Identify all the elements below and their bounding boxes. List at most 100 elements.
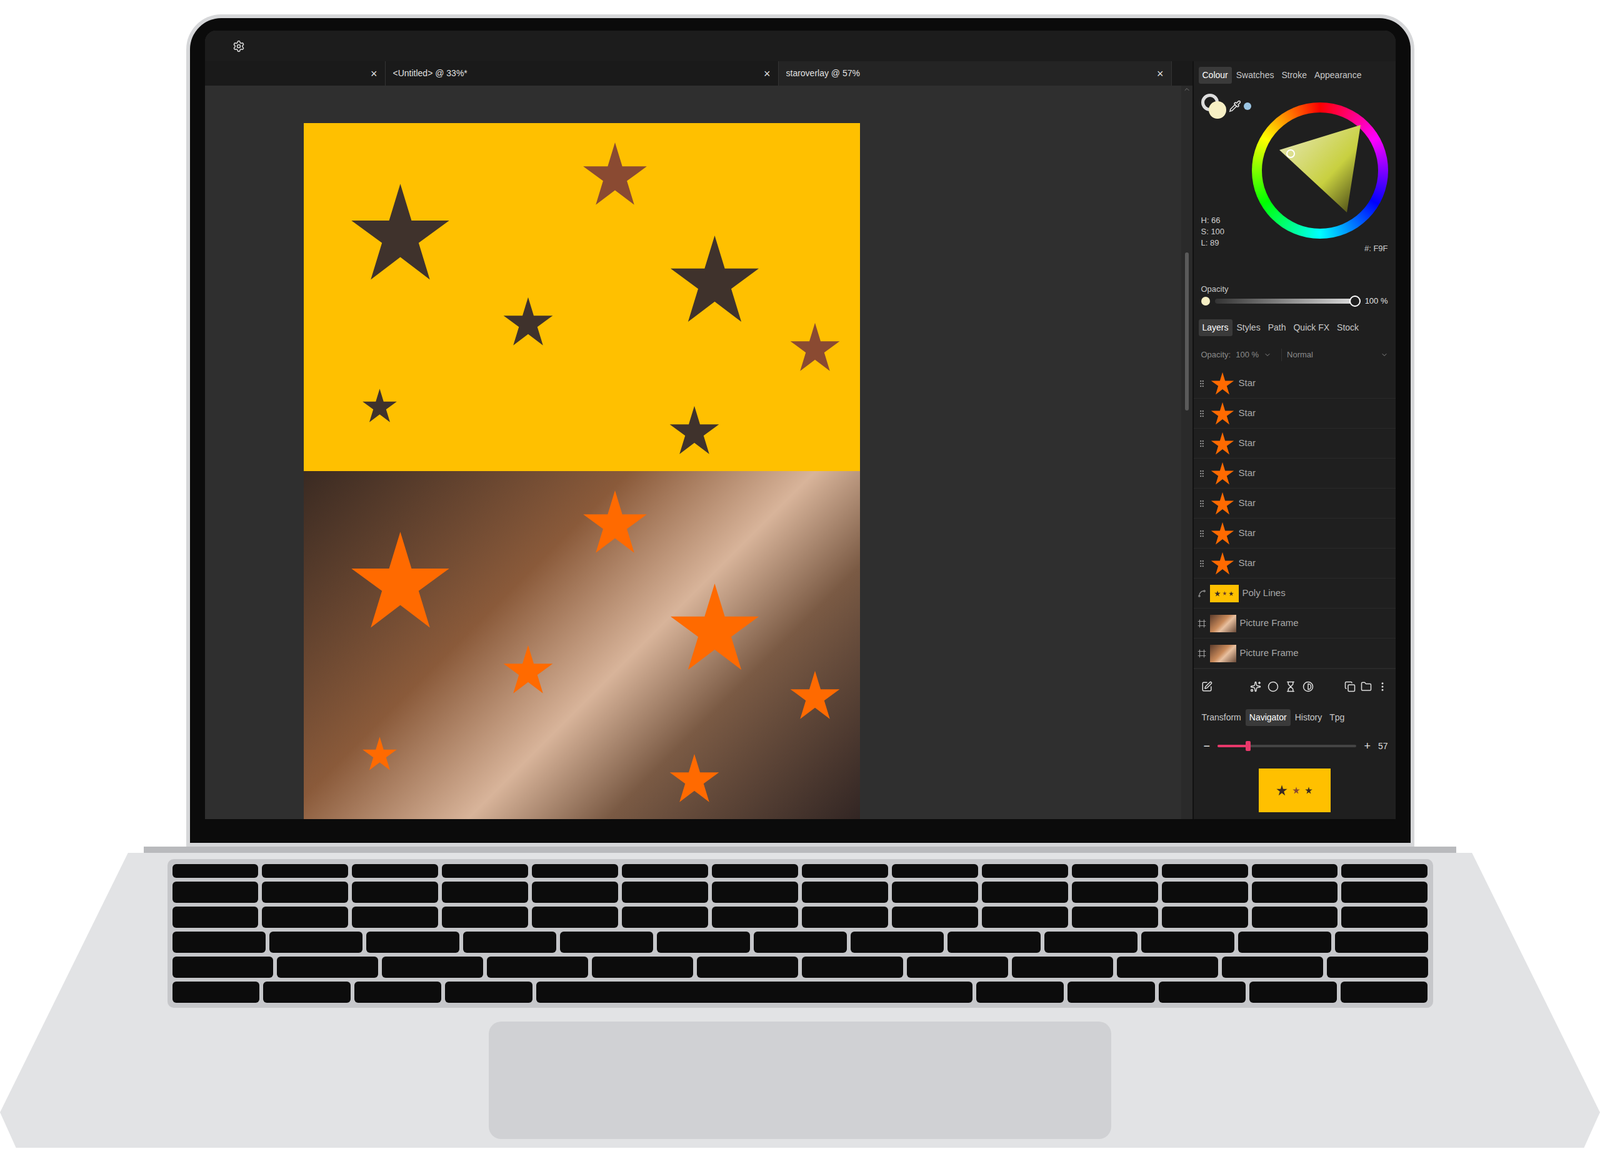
orange-star[interactable] bbox=[581, 489, 649, 556]
key[interactable] bbox=[1011, 956, 1114, 979]
trackpad[interactable] bbox=[488, 1021, 1112, 1140]
key[interactable] bbox=[536, 981, 973, 1004]
mask-icon[interactable] bbox=[1267, 681, 1279, 693]
orange-star[interactable] bbox=[789, 670, 841, 722]
document-tab[interactable]: <Untitled> @ 33%*× bbox=[385, 61, 779, 86]
key[interactable] bbox=[1161, 881, 1249, 904]
panel-tab[interactable]: Swatches bbox=[1233, 66, 1278, 84]
key[interactable] bbox=[621, 881, 709, 904]
key[interactable] bbox=[891, 906, 979, 929]
key[interactable] bbox=[560, 931, 654, 954]
key[interactable] bbox=[1238, 931, 1332, 954]
close-tab-button[interactable]: × bbox=[763, 68, 771, 80]
navigator-thumbnail[interactable] bbox=[1258, 768, 1331, 813]
orange-star[interactable] bbox=[502, 644, 554, 696]
key[interactable] bbox=[801, 881, 889, 904]
key[interactable] bbox=[1116, 956, 1219, 979]
panel-tab[interactable]: Layers bbox=[1198, 319, 1233, 337]
key[interactable] bbox=[172, 931, 266, 954]
key[interactable] bbox=[711, 864, 799, 879]
edit-icon[interactable] bbox=[1201, 681, 1213, 693]
document-tab[interactable]: × bbox=[205, 61, 386, 86]
layer-row[interactable]: Star bbox=[1193, 428, 1396, 459]
key[interactable] bbox=[981, 864, 1069, 879]
key[interactable] bbox=[1341, 864, 1428, 879]
key[interactable] bbox=[1340, 981, 1429, 1004]
chevron-down-icon[interactable] bbox=[1263, 351, 1272, 359]
layer-row[interactable]: Star bbox=[1193, 518, 1396, 549]
key[interactable] bbox=[261, 864, 349, 879]
panel-tab[interactable]: Stroke bbox=[1278, 66, 1310, 84]
key[interactable] bbox=[1158, 981, 1247, 1004]
orange-star[interactable] bbox=[349, 530, 452, 632]
key[interactable] bbox=[1071, 881, 1159, 904]
photo-frame[interactable] bbox=[303, 471, 860, 820]
vertical-scrollbar[interactable] bbox=[1181, 85, 1193, 820]
eyedropper-icon[interactable] bbox=[1228, 100, 1242, 113]
panel-tab[interactable]: Appearance bbox=[1311, 66, 1365, 84]
key[interactable] bbox=[531, 906, 619, 929]
key[interactable] bbox=[276, 956, 379, 979]
effects-icon[interactable] bbox=[1250, 681, 1262, 693]
key[interactable] bbox=[891, 881, 979, 904]
key[interactable] bbox=[441, 881, 529, 904]
star-cutout[interactable] bbox=[789, 321, 841, 374]
orange-star[interactable] bbox=[361, 736, 398, 772]
key[interactable] bbox=[351, 906, 439, 929]
close-tab-button[interactable]: × bbox=[370, 68, 378, 80]
zoom-value[interactable]: 57 bbox=[1378, 740, 1389, 754]
key[interactable] bbox=[1251, 864, 1339, 879]
key[interactable] bbox=[891, 864, 979, 879]
blend-mode-select[interactable]: Normal bbox=[1281, 348, 1388, 362]
key[interactable] bbox=[172, 864, 259, 879]
adjustment-icon[interactable] bbox=[1285, 681, 1297, 693]
key[interactable] bbox=[981, 906, 1069, 929]
panel-tab[interactable]: History bbox=[1291, 709, 1326, 727]
zoom-in-button[interactable]: + bbox=[1361, 738, 1374, 755]
contrast-icon[interactable] bbox=[1302, 681, 1314, 693]
key[interactable] bbox=[531, 864, 619, 879]
key[interactable] bbox=[172, 956, 274, 979]
star-cutout[interactable] bbox=[502, 296, 554, 348]
panel-tab[interactable]: Transform bbox=[1198, 709, 1245, 727]
layer-row[interactable]: Star bbox=[1193, 368, 1396, 399]
orange-star[interactable] bbox=[668, 753, 720, 805]
key[interactable] bbox=[441, 864, 529, 879]
key[interactable] bbox=[366, 931, 460, 954]
key[interactable] bbox=[1341, 906, 1428, 929]
panel-tab[interactable]: Navigator bbox=[1245, 709, 1291, 727]
panel-tab[interactable]: Tpg bbox=[1326, 709, 1348, 727]
key[interactable] bbox=[621, 906, 709, 929]
more-icon[interactable] bbox=[1376, 681, 1389, 693]
panel-tab[interactable]: Path bbox=[1265, 319, 1290, 337]
key[interactable] bbox=[261, 881, 349, 904]
gear-icon[interactable] bbox=[232, 40, 245, 53]
key[interactable] bbox=[591, 956, 694, 979]
star-cutout[interactable] bbox=[349, 181, 452, 284]
close-tab-button[interactable]: × bbox=[1156, 68, 1164, 80]
key[interactable] bbox=[801, 864, 889, 879]
key[interactable] bbox=[441, 906, 529, 929]
fill-stroke-swatch[interactable] bbox=[1201, 93, 1227, 119]
layer-row[interactable]: Star bbox=[1193, 398, 1396, 429]
key[interactable] bbox=[1251, 881, 1339, 904]
key[interactable] bbox=[1326, 956, 1429, 979]
key[interactable] bbox=[1071, 864, 1159, 879]
key[interactable] bbox=[696, 956, 799, 979]
key[interactable] bbox=[172, 881, 259, 904]
key[interactable] bbox=[172, 981, 260, 1004]
key[interactable] bbox=[850, 931, 944, 954]
key[interactable] bbox=[1161, 906, 1249, 929]
key[interactable] bbox=[172, 906, 259, 929]
key[interactable] bbox=[906, 956, 1009, 979]
panel-tab[interactable]: Quick FX bbox=[1290, 319, 1333, 337]
opacity-knob[interactable] bbox=[1349, 295, 1361, 307]
key[interactable] bbox=[656, 931, 750, 954]
panel-tab[interactable]: Styles bbox=[1233, 319, 1264, 337]
colour-wheel[interactable] bbox=[1251, 102, 1389, 239]
zoom-slider[interactable] bbox=[1217, 745, 1357, 748]
layer-opacity-value[interactable]: 100 % bbox=[1235, 348, 1259, 362]
key[interactable] bbox=[1071, 906, 1159, 929]
key[interactable] bbox=[1221, 956, 1324, 979]
key[interactable] bbox=[621, 864, 709, 879]
